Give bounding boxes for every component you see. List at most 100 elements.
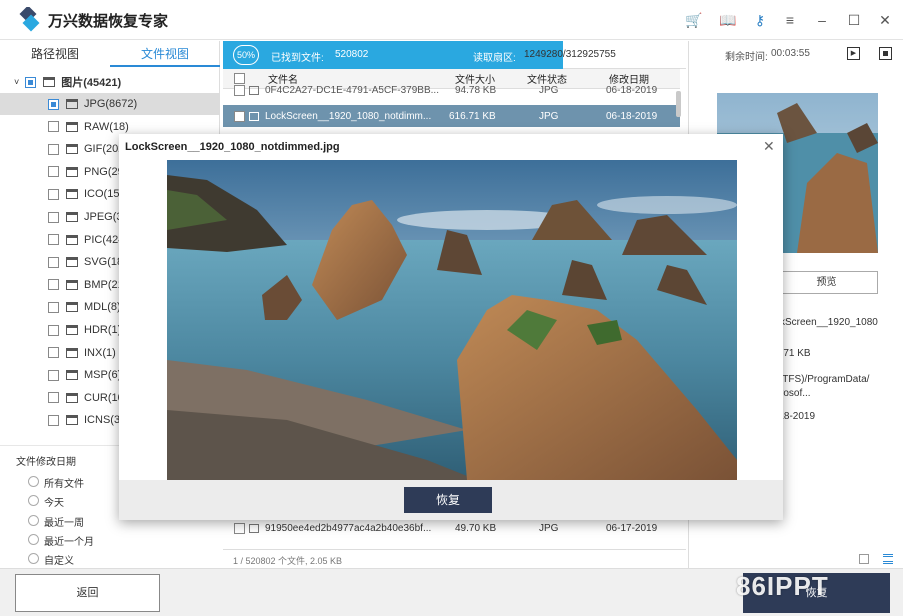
tree-item-checkbox[interactable]: [48, 279, 59, 291]
tree-item-checkbox[interactable]: [48, 324, 59, 336]
folder-icon: [66, 212, 78, 222]
tree-item-label: HDR(1): [84, 324, 122, 336]
tab-file-view[interactable]: 文件视图: [110, 41, 220, 67]
found-value: 520802: [335, 49, 369, 60]
image-file-icon: [249, 523, 259, 533]
row-checkbox[interactable]: [234, 84, 245, 96]
row-date: 06-18-2019: [606, 110, 658, 122]
folder-icon: [66, 392, 78, 403]
remaining-label: 剩余时间:: [725, 52, 768, 63]
app-title: 万兴数据恢复专家: [48, 13, 169, 30]
remaining-value: 00:03:55: [771, 48, 810, 59]
tree-item-checkbox[interactable]: [48, 301, 59, 313]
detail-path-1: NTFS)/ProgramData/: [775, 374, 870, 385]
scan-progress-bar: 50% 已找到文件: 520802 读取扇区:: [223, 41, 563, 69]
grid-view-icon[interactable]: [859, 554, 869, 564]
folder-icon: [66, 144, 78, 155]
menu-icon[interactable]: ≡: [780, 10, 800, 30]
row-name: 0F4C2A27-DC1E-4791-A5CF-379BB...: [265, 84, 439, 96]
tree-root-checkbox[interactable]: [25, 76, 37, 88]
tree-item-label: BMP(21: [84, 278, 124, 291]
table-row[interactable]: 91950ee4ed2b4977ac4a2b40e36bf... 49.70 K…: [223, 517, 680, 539]
preview-button[interactable]: 预览: [775, 271, 878, 294]
table-row-selected[interactable]: LockScreen__1920_1080_notdimm... 616.71 …: [223, 105, 680, 127]
row-status: JPG: [539, 84, 559, 96]
radio-3[interactable]: [28, 533, 39, 545]
tree-item-checkbox[interactable]: [48, 234, 59, 246]
tree-item-checkbox[interactable]: [48, 414, 59, 426]
scrollbar-thumb[interactable]: [676, 91, 681, 117]
found-label: 已找到文件:: [271, 53, 324, 64]
tab-path-view[interactable]: 路径视图: [0, 41, 110, 67]
tree-item-checkbox[interactable]: [48, 188, 59, 200]
book-icon[interactable]: 📖: [718, 10, 738, 30]
tree-root[interactable]: ˅ 图片(45421): [0, 71, 220, 93]
folder-icon: [66, 99, 78, 109]
radio-0[interactable]: [28, 476, 39, 487]
preview-modal: LockScreen__1920_1080_notdimmed.jpg ✕ 恢复: [119, 134, 783, 520]
row-checkbox[interactable]: [234, 110, 245, 122]
modal-close-icon[interactable]: ✕: [763, 138, 775, 155]
radio-1[interactable]: [28, 495, 39, 507]
scan-percent: 50%: [233, 45, 259, 65]
tree-item-checkbox[interactable]: [48, 121, 59, 133]
key-icon[interactable]: ⚷: [750, 10, 770, 30]
folder-icon: [66, 279, 78, 290]
modal-recover-button[interactable]: 恢复: [404, 487, 492, 513]
bottom-bar: 返回 恢复 86IPPT: [0, 568, 903, 616]
folder-icon: [66, 347, 78, 358]
filter-title: 文件修改日期: [16, 457, 76, 468]
row-checkbox[interactable]: [234, 522, 245, 534]
tree-root-label: 图片(45421): [61, 77, 122, 89]
folder-icon: [66, 325, 78, 335]
folder-icon: [66, 166, 78, 177]
row-size: 616.71 KB: [449, 110, 496, 122]
cart-icon[interactable]: 🛒: [684, 10, 704, 30]
radio-label: 今天: [44, 498, 64, 510]
back-button[interactable]: 返回: [15, 574, 160, 612]
tree-item-label: RAW(18): [84, 120, 129, 133]
row-name: LockScreen__1920_1080_notdimm...: [265, 110, 432, 122]
tree-item-checkbox[interactable]: [48, 143, 59, 155]
tree-item-checkbox[interactable]: [48, 256, 59, 268]
preview-image: [167, 160, 737, 480]
sector-label: 读取扇区:: [473, 53, 516, 64]
tree-item-checkbox[interactable]: [48, 347, 59, 359]
tree-item-checkbox[interactable]: [48, 211, 59, 223]
image-file-icon: [249, 111, 259, 121]
title-bar: 万兴数据恢复专家 🛒 📖 ⚷ ≡ – ☐ ✕: [0, 0, 903, 40]
tree-item-label: MDL(8): [84, 301, 121, 314]
list-view-icon[interactable]: [883, 554, 893, 564]
radio-label: 所有文件: [44, 479, 84, 490]
tree-item-label: CUR(10: [84, 391, 124, 404]
play-icon[interactable]: ▶: [847, 47, 860, 60]
stop-icon[interactable]: [879, 47, 892, 60]
row-name: 91950ee4ed2b4977ac4a2b40e36bf...: [265, 522, 432, 534]
close-icon[interactable]: ✕: [875, 10, 895, 30]
table-row[interactable]: 0F4C2A27-DC1E-4791-A5CF-379BB... 94.78 K…: [223, 83, 680, 97]
tree-item[interactable]: JPG(8672): [0, 93, 220, 115]
modal-footer: 恢复: [119, 480, 783, 520]
minimize-icon[interactable]: –: [812, 10, 832, 30]
radio-4[interactable]: [28, 553, 39, 565]
folder-icon: [66, 415, 78, 426]
tree-item-checkbox[interactable]: [48, 369, 59, 381]
row-date: 06-17-2019: [606, 522, 658, 534]
row-size: 49.70 KB: [455, 522, 497, 534]
collapse-icon[interactable]: ˅: [14, 77, 19, 87]
tree-item-checkbox[interactable]: [48, 392, 59, 404]
radio-2[interactable]: [28, 514, 39, 526]
image-file-icon: [249, 85, 259, 95]
tree-item-label: MSP(6): [84, 369, 122, 382]
row-date: 06-18-2019: [606, 84, 658, 96]
tree-item-checkbox[interactable]: [48, 98, 59, 110]
tree-item-checkbox[interactable]: [48, 166, 59, 178]
folder-icon: [66, 121, 78, 132]
sector-value: 1249280/312925755: [524, 49, 616, 60]
tree-item-label: JPG(8672): [84, 98, 138, 110]
maximize-icon[interactable]: ☐: [844, 10, 864, 30]
folder-icon: [66, 234, 78, 245]
radio-label: 最近一个月: [44, 536, 94, 548]
folder-icon: [66, 257, 78, 268]
status-bar: 1 / 520802 个文件, 2.05 KB: [223, 549, 686, 568]
